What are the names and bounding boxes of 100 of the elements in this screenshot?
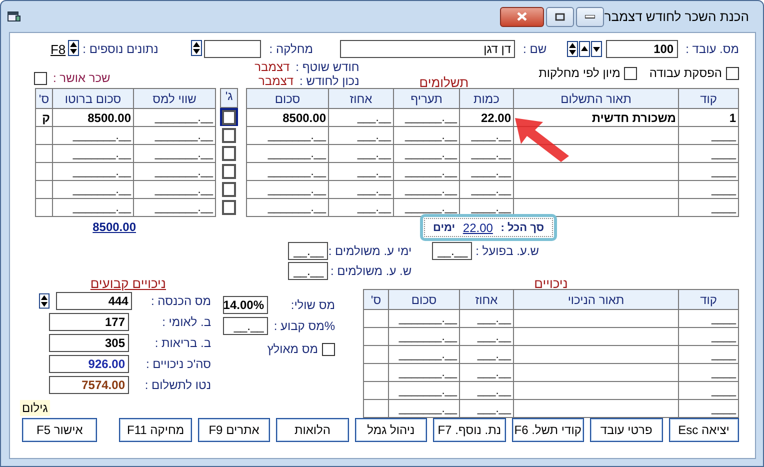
table-cell[interactable] xyxy=(514,346,678,364)
table-cell[interactable]: ____ xyxy=(678,310,738,328)
table-cell[interactable] xyxy=(514,162,678,180)
table-cell[interactable]: ____ xyxy=(678,198,738,216)
table-cell[interactable] xyxy=(36,180,52,198)
table-cell[interactable]: ______.__ xyxy=(394,126,460,144)
spinner-icon[interactable] xyxy=(39,293,50,309)
table-cell[interactable]: ______.__ xyxy=(394,180,460,198)
table-cell[interactable]: 8500.00 xyxy=(52,108,134,126)
toolbar-button[interactable]: אתרים F9 xyxy=(198,418,270,442)
table-cell[interactable]: ____ xyxy=(678,346,738,364)
table-cell[interactable]: ______.__ xyxy=(394,108,460,126)
table-cell[interactable]: ___.__ xyxy=(460,328,514,346)
deduction-field[interactable]: 926.00 xyxy=(49,355,129,373)
table-cell[interactable]: ___.__ xyxy=(460,310,514,328)
table-cell[interactable]: _______.__ xyxy=(52,162,134,180)
option-checkbox[interactable]: הפסקת עבודה xyxy=(649,66,739,80)
table-cell[interactable]: ___.__ xyxy=(460,382,514,400)
toolbar-button[interactable]: קודי תשל. F6 xyxy=(512,418,584,442)
table-cell[interactable]: _______.__ xyxy=(246,198,328,216)
table-cell[interactable] xyxy=(36,126,52,144)
row-checkbox[interactable] xyxy=(222,164,236,178)
table-cell[interactable] xyxy=(364,328,388,346)
table-cell[interactable] xyxy=(36,198,52,216)
table-cell[interactable]: _______.__ xyxy=(134,126,216,144)
table-cell[interactable]: ___.__ xyxy=(328,108,394,126)
toolbar-button[interactable]: אישור F5 xyxy=(22,418,98,442)
table-cell[interactable]: ______.__ xyxy=(394,162,460,180)
table-cell[interactable]: _______.__ xyxy=(134,180,216,198)
table-cell[interactable]: _______.__ xyxy=(52,180,134,198)
table-cell[interactable] xyxy=(514,328,678,346)
spinner-icon[interactable] xyxy=(566,41,578,57)
table-cell[interactable] xyxy=(514,364,678,382)
deduction-field[interactable]: 305 xyxy=(49,334,129,352)
table-cell[interactable]: ק xyxy=(36,108,52,126)
row-checkbox[interactable] xyxy=(222,128,236,142)
table-cell[interactable] xyxy=(364,364,388,382)
up-arrow-button[interactable] xyxy=(578,41,590,57)
table-cell[interactable]: _______.__ xyxy=(388,328,460,346)
hours-field[interactable]: __.__ xyxy=(432,242,472,260)
table-cell[interactable]: 22.00 xyxy=(460,108,514,126)
table-cell[interactable]: ____ xyxy=(678,126,738,144)
marginal-tax-field[interactable]: 14.00% xyxy=(223,296,268,314)
table-cell[interactable]: ____ xyxy=(678,364,738,382)
spinner-icon[interactable] xyxy=(68,40,79,56)
toolbar-button[interactable]: פרטי עובד xyxy=(590,418,663,442)
table-cell[interactable]: ______.__ xyxy=(394,144,460,162)
table-cell[interactable]: 1 xyxy=(678,108,738,126)
additional-data-key[interactable]: F8 xyxy=(50,42,66,56)
hours-field[interactable]: __.__ xyxy=(288,262,328,280)
table-cell[interactable] xyxy=(514,180,678,198)
table-cell[interactable]: ____ xyxy=(678,382,738,400)
table-cell[interactable]: _______.__ xyxy=(246,162,328,180)
forced-tax-checkbox[interactable]: מס מאולץ xyxy=(223,342,335,356)
table-cell[interactable] xyxy=(364,310,388,328)
table-cell[interactable]: ___.__ xyxy=(328,126,394,144)
table-cell[interactable]: ___.__ xyxy=(460,364,514,382)
toolbar-button[interactable]: ניהול גמל xyxy=(354,418,428,442)
table-cell[interactable]: 8500.00 xyxy=(246,108,328,126)
table-cell[interactable]: ____.__ xyxy=(460,162,514,180)
row-checkbox[interactable] xyxy=(222,146,236,160)
table-cell[interactable]: _______.__ xyxy=(246,126,328,144)
hours-field[interactable]: __.__ xyxy=(288,242,328,260)
table-cell[interactable]: ___.__ xyxy=(460,346,514,364)
department-field[interactable] xyxy=(204,40,262,58)
toolbar-button[interactable]: נת. נוסף. F7 xyxy=(433,418,506,442)
table-cell[interactable]: ____ xyxy=(678,162,738,180)
employee-number-field[interactable]: 100 xyxy=(606,40,678,58)
table-cell[interactable]: _______.__ xyxy=(134,162,216,180)
deduction-field[interactable]: 7574.00 xyxy=(49,376,129,394)
minimize-button[interactable] xyxy=(576,6,604,26)
salary-approved-checkbox[interactable] xyxy=(34,72,47,84)
option-checkbox[interactable]: מיון לפי מחלקות xyxy=(538,66,638,80)
deduction-field[interactable]: 444 xyxy=(56,292,132,310)
toolbar-button[interactable]: הלואות xyxy=(276,418,349,442)
row-checkbox[interactable] xyxy=(222,182,236,196)
row-checkbox[interactable] xyxy=(222,200,236,214)
table-cell[interactable]: ____ xyxy=(678,144,738,162)
table-cell[interactable]: ____.__ xyxy=(460,144,514,162)
table-cell[interactable]: _______.__ xyxy=(388,346,460,364)
table-cell[interactable]: ___.__ xyxy=(328,162,394,180)
table-cell[interactable]: ____.__ xyxy=(460,126,514,144)
table-cell[interactable]: _______.__ xyxy=(388,382,460,400)
table-cell[interactable]: _______.__ xyxy=(388,364,460,382)
table-cell[interactable]: ____.__ xyxy=(460,180,514,198)
table-cell[interactable]: ___.__ xyxy=(328,180,394,198)
table-cell[interactable] xyxy=(364,346,388,364)
table-cell[interactable]: _______.__ xyxy=(52,144,134,162)
table-cell[interactable]: ___.__ xyxy=(328,198,394,216)
toolbar-button[interactable]: יציאה Esc xyxy=(668,418,739,442)
maximize-button[interactable] xyxy=(546,6,574,26)
table-cell[interactable] xyxy=(514,382,678,400)
table-cell[interactable]: _______.__ xyxy=(134,108,216,126)
table-cell[interactable]: _______.__ xyxy=(52,126,134,144)
toolbar-button[interactable]: מחיקה F11 xyxy=(119,418,192,442)
table-cell[interactable]: _______.__ xyxy=(134,144,216,162)
spinner-icon[interactable] xyxy=(191,40,202,56)
table-cell[interactable]: _______.__ xyxy=(134,198,216,216)
table-cell[interactable]: ___.__ xyxy=(328,144,394,162)
table-cell[interactable]: _______.__ xyxy=(52,198,134,216)
